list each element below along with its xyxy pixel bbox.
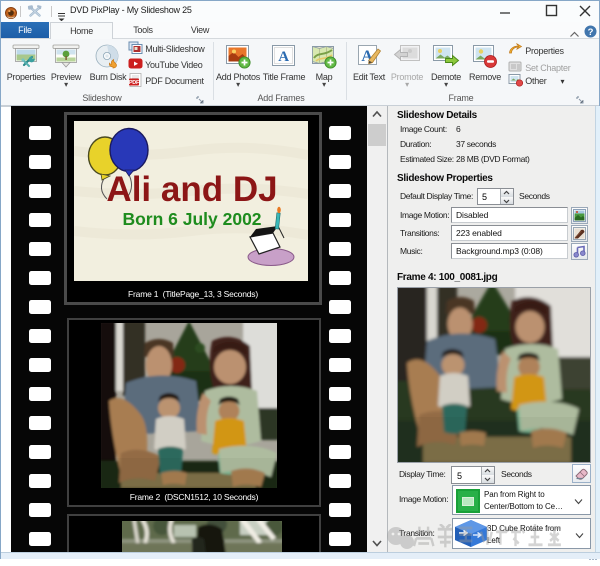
svg-text:?: ? [588, 27, 594, 38]
svg-text:Ali and DJ: Ali and DJ [106, 170, 277, 209]
svg-text:PDF: PDF [129, 80, 140, 86]
svg-text:Born 6 July 2002: Born 6 July 2002 [122, 209, 261, 229]
svg-text:A: A [278, 49, 289, 65]
